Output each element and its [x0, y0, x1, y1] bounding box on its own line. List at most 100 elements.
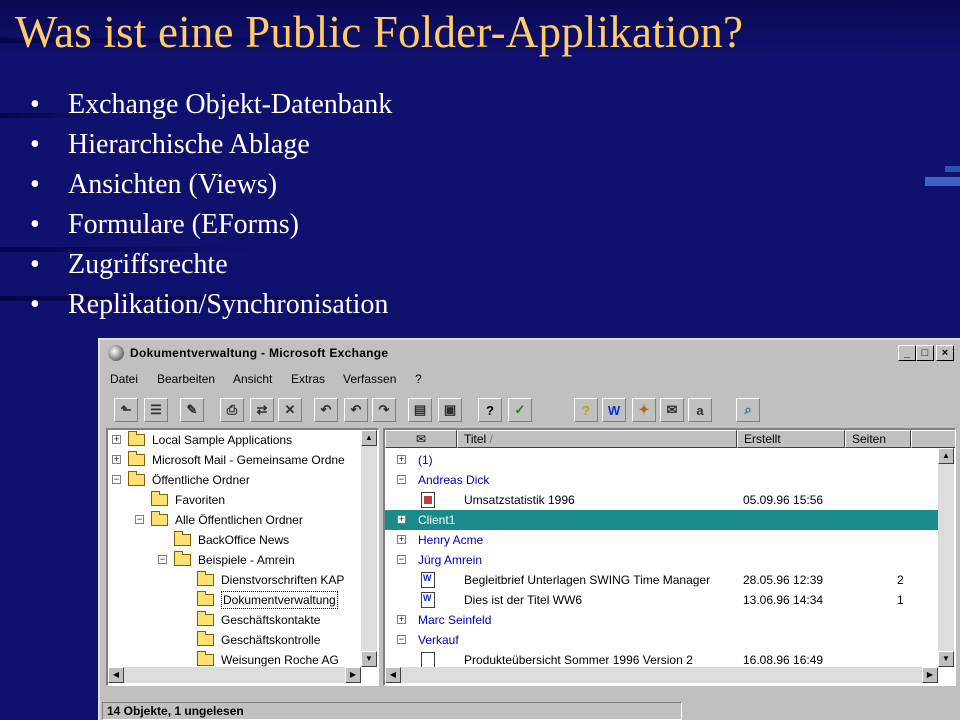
- column-header-icon[interactable]: ✉: [385, 430, 457, 448]
- scroll-right-button[interactable]: ▶: [922, 667, 938, 683]
- expand-icon[interactable]: +: [397, 515, 406, 524]
- group-row[interactable]: + Marc Seinfeld: [385, 610, 938, 630]
- tree-item[interactable]: − Beispiele - Amrein: [108, 550, 361, 570]
- maximize-button[interactable]: □: [916, 345, 934, 361]
- word-button[interactable]: W: [602, 398, 626, 422]
- form-button[interactable]: ?: [574, 398, 598, 422]
- expand-icon[interactable]: +: [397, 455, 406, 464]
- reply-all-icon: ↶: [350, 402, 362, 417]
- help-button[interactable]: ?: [478, 398, 502, 422]
- tree-item[interactable]: + Local Sample Applications: [108, 430, 361, 450]
- scroll-right-button[interactable]: ▶: [345, 667, 361, 683]
- reply-all-button[interactable]: ↶: [344, 398, 368, 422]
- scroll-up-button[interactable]: ▲: [361, 430, 377, 446]
- title-bar[interactable]: Dokumentverwaltung - Microsoft Exchange …: [102, 342, 958, 364]
- expand-icon[interactable]: +: [397, 615, 406, 624]
- tree-item-label: Dokumentverwaltung: [221, 591, 338, 609]
- expand-icon[interactable]: +: [112, 435, 121, 444]
- scroll-up-button[interactable]: ▲: [938, 448, 954, 464]
- tree-item[interactable]: Favoriten: [108, 490, 361, 510]
- help-icon: ?: [486, 402, 494, 418]
- column-header-pages[interactable]: Seiten: [845, 430, 911, 448]
- tree-item[interactable]: Geschäftskontrolle: [108, 630, 361, 650]
- inbox-button[interactable]: ▣: [438, 398, 462, 422]
- menu-help[interactable]: ?: [415, 372, 422, 386]
- column-header-title[interactable]: Titel /: [457, 430, 737, 448]
- menu-bearbeiten[interactable]: Bearbeiten: [157, 372, 215, 386]
- new-post-icon: ✦: [638, 402, 650, 417]
- list-scrollbar[interactable]: ▲ ▼: [938, 448, 954, 667]
- mail-button[interactable]: ✉: [660, 398, 684, 422]
- minimize-button[interactable]: _: [898, 345, 916, 361]
- tree-item[interactable]: Geschäftskontakte: [108, 610, 361, 630]
- delete-icon: ✕: [284, 402, 296, 417]
- address-book-button[interactable]: ▤: [408, 398, 432, 422]
- group-row[interactable]: − Jürg Amrein: [385, 550, 938, 570]
- new-post-button[interactable]: ✦: [632, 398, 656, 422]
- list-hscrollbar[interactable]: ◀ ▶: [385, 667, 938, 683]
- scroll-left-button[interactable]: ◀: [385, 667, 401, 683]
- collapse-icon[interactable]: −: [135, 515, 144, 524]
- bullet-text: Hierarchische Ablage: [68, 129, 310, 160]
- message-row[interactable]: Umsatzstatistik 1996 05.09.96 15:56: [385, 490, 938, 510]
- menu-verfassen[interactable]: Verfassen: [343, 372, 396, 386]
- find-button[interactable]: ⌕: [736, 398, 760, 422]
- scroll-down-button[interactable]: ▼: [938, 651, 954, 667]
- tree-item[interactable]: − Alle Öffentlichen Ordner: [108, 510, 361, 530]
- spelling-button[interactable]: a: [688, 398, 712, 422]
- exchange-app-icon[interactable]: [108, 345, 124, 361]
- tree-item[interactable]: Dokumentverwaltung: [108, 590, 361, 610]
- menu-ansicht[interactable]: Ansicht: [233, 372, 272, 386]
- folder-list-button[interactable]: ☰: [144, 398, 168, 422]
- expand-icon[interactable]: +: [397, 535, 406, 544]
- tree-item[interactable]: + Microsoft Mail - Gemeinsame Ordne: [108, 450, 361, 470]
- reply-icon: ↶: [320, 402, 332, 417]
- tree-hscrollbar[interactable]: ◀ ▶: [108, 667, 361, 683]
- group-label: Verkauf: [418, 633, 459, 647]
- message-row[interactable]: Dies ist der Titel WW6 13.06.96 14:34 1: [385, 590, 938, 610]
- collapse-icon[interactable]: −: [397, 475, 406, 484]
- menu-datei[interactable]: Datei: [110, 372, 138, 386]
- bullet-list: • Exchange Objekt-Datenbank • Hierarchische…: [30, 88, 392, 328]
- collapse-icon[interactable]: −: [397, 635, 406, 644]
- message-created: 13.06.96 14:34: [743, 593, 824, 607]
- group-row[interactable]: − Andreas Dick: [385, 470, 938, 490]
- group-row[interactable]: + (1): [385, 450, 938, 470]
- new-message-button[interactable]: ✎: [180, 398, 204, 422]
- decor-accent-bar: [925, 177, 960, 186]
- tree-item[interactable]: − Öffentliche Ordner: [108, 470, 361, 490]
- bullet-dot: •: [30, 169, 40, 200]
- scroll-down-button[interactable]: ▼: [361, 651, 377, 667]
- print-button[interactable]: ⎙: [220, 398, 244, 422]
- bullet-dot: •: [30, 89, 40, 120]
- print-icon: ⎙: [226, 402, 238, 417]
- expand-icon[interactable]: +: [112, 455, 121, 464]
- collapse-icon[interactable]: −: [112, 475, 121, 484]
- reply-button[interactable]: ↶: [314, 398, 338, 422]
- message-row[interactable]: Begleitbrief Unterlagen SWING Time Manag…: [385, 570, 938, 590]
- group-row[interactable]: − Verkauf: [385, 630, 938, 650]
- column-header-created[interactable]: Erstellt: [737, 430, 845, 448]
- group-row[interactable]: + Henry Acme: [385, 530, 938, 550]
- tree-scrollbar[interactable]: ▲ ▼: [361, 430, 377, 667]
- group-label: Client1: [418, 513, 456, 527]
- folder-icon: [174, 551, 191, 566]
- folder-up-button[interactable]: ⬑: [114, 398, 138, 422]
- menu-extras[interactable]: Extras: [291, 372, 325, 386]
- slide-title: Was ist eine Public Folder-Applikation?: [15, 7, 744, 57]
- tree-item[interactable]: Dienstvorschriften KAP: [108, 570, 361, 590]
- collapse-icon[interactable]: −: [158, 555, 167, 564]
- column-header-filler: [911, 430, 955, 448]
- collapse-icon[interactable]: −: [397, 555, 406, 564]
- bullet-text: Exchange Objekt-Datenbank: [68, 89, 393, 120]
- inbox-icon: ▣: [443, 402, 457, 417]
- tree-item[interactable]: BackOffice News: [108, 530, 361, 550]
- approve-button[interactable]: ✓: [508, 398, 532, 422]
- close-button[interactable]: ×: [936, 345, 954, 361]
- group-row[interactable]: + Client1: [385, 510, 938, 530]
- delete-button[interactable]: ✕: [278, 398, 302, 422]
- move-button[interactable]: ⇄: [250, 398, 274, 422]
- scroll-left-button[interactable]: ◀: [108, 667, 124, 683]
- forward-button[interactable]: ↷: [372, 398, 396, 422]
- group-label: Jürg Amrein: [418, 553, 483, 567]
